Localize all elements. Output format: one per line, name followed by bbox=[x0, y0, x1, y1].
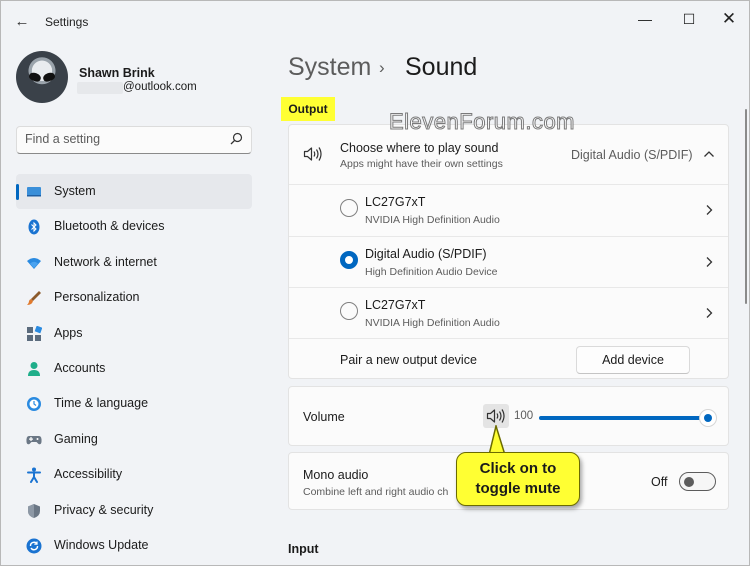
sidebar-item-label: Bluetooth & devices bbox=[54, 219, 165, 234]
email-redaction bbox=[77, 82, 123, 94]
sidebar-item-privacy[interactable]: Privacy & security bbox=[16, 493, 252, 528]
sidebar-item-accounts[interactable]: Accounts bbox=[16, 351, 252, 386]
sidebar-item-label: Network & internet bbox=[54, 254, 157, 269]
sidebar-item-windows-update[interactable]: Windows Update bbox=[16, 528, 252, 563]
device-radio-selected[interactable] bbox=[340, 251, 358, 269]
sidebar-item-label: Apps bbox=[54, 325, 83, 340]
choose-output-subtitle: Apps might have their own settings bbox=[340, 158, 503, 170]
shield-icon bbox=[28, 503, 40, 518]
sidebar-item-accessibility[interactable]: Accessibility bbox=[16, 457, 252, 492]
volume-value: 100 bbox=[514, 410, 534, 422]
breadcrumb-parent[interactable]: System bbox=[288, 53, 371, 82]
search-input[interactable] bbox=[25, 132, 225, 146]
callout-annotation: Click on to toggle mute bbox=[456, 452, 580, 506]
callout-line-2: toggle mute bbox=[475, 480, 561, 497]
sidebar-item-label: Personalization bbox=[54, 290, 140, 305]
alien-eye-left bbox=[27, 71, 43, 83]
output-device-row[interactable]: LC27G7xT NVIDIA High Definition Audio bbox=[289, 185, 728, 236]
device-driver: High Definition Audio Device bbox=[365, 266, 498, 278]
person-icon bbox=[28, 361, 40, 376]
add-device-button[interactable]: Add device bbox=[576, 346, 690, 374]
apps-icon bbox=[27, 325, 42, 341]
section-header-input: Input bbox=[288, 542, 319, 556]
device-radio[interactable] bbox=[340, 302, 358, 320]
search-box[interactable] bbox=[16, 126, 252, 154]
gamepad-icon bbox=[26, 435, 42, 444]
speaker-icon bbox=[303, 147, 322, 161]
bluetooth-icon bbox=[28, 219, 40, 235]
mono-audio-toggle[interactable] bbox=[679, 472, 716, 491]
section-header-output: Output bbox=[281, 97, 335, 121]
device-name: LC27G7xT bbox=[365, 298, 426, 312]
callout-line-1: Click on to bbox=[479, 460, 557, 477]
output-device-row[interactable]: LC27G7xT NVIDIA High Definition Audio bbox=[289, 288, 728, 339]
device-name: Digital Audio (S/PDIF) bbox=[365, 247, 487, 261]
page-title: Sound bbox=[405, 53, 478, 81]
sidebar-nav: System Bluetooth & devices Network & int… bbox=[16, 174, 252, 563]
sidebar-item-label: System bbox=[54, 184, 96, 198]
brush-icon bbox=[27, 291, 41, 306]
chevron-up-icon[interactable] bbox=[702, 147, 716, 161]
sidebar-item-system[interactable]: System bbox=[16, 174, 252, 210]
sidebar-item-personalization[interactable]: Personalization bbox=[16, 280, 252, 315]
sidebar-item-label: Windows Update bbox=[54, 537, 149, 552]
sidebar-item-bluetooth[interactable]: Bluetooth & devices bbox=[16, 209, 252, 244]
sidebar-item-network[interactable]: Network & internet bbox=[16, 245, 252, 280]
user-name: Shawn Brink bbox=[79, 66, 155, 80]
sidebar-item-time-language[interactable]: Time & language bbox=[16, 386, 252, 421]
divider bbox=[289, 338, 728, 339]
device-name: LC27G7xT bbox=[365, 195, 426, 209]
volume-label: Volume bbox=[303, 410, 345, 424]
search-icon[interactable] bbox=[229, 132, 243, 146]
monitor-icon bbox=[27, 187, 41, 197]
app-title: Settings bbox=[45, 15, 89, 29]
breadcrumb-separator: › bbox=[379, 58, 385, 77]
back-button[interactable]: ← bbox=[11, 11, 33, 33]
sidebar-item-gaming[interactable]: Gaming bbox=[16, 422, 252, 457]
speaker-icon bbox=[486, 409, 505, 423]
title-bar: ← Settings — ☐ ✕ bbox=[1, 1, 749, 41]
output-device-row[interactable]: Digital Audio (S/PDIF) High Definition A… bbox=[289, 237, 728, 288]
user-email: @outlook.com bbox=[123, 81, 197, 93]
sidebar-item-label: Time & language bbox=[54, 396, 149, 411]
sidebar-item-label: Accounts bbox=[54, 360, 106, 375]
mono-audio-title: Mono audio bbox=[303, 468, 369, 482]
output-card: Choose where to play sound Apps might ha… bbox=[288, 124, 729, 379]
sidebar-item-label: Accessibility bbox=[54, 467, 123, 482]
sidebar-item-label: Privacy & security bbox=[54, 502, 154, 517]
update-icon bbox=[26, 538, 42, 554]
close-button[interactable]: ✕ bbox=[709, 5, 749, 33]
accessibility-icon bbox=[27, 467, 41, 484]
choose-output-title: Choose where to play sound bbox=[340, 141, 499, 155]
scrollbar[interactable] bbox=[745, 109, 747, 304]
watermark: ElevenForum.com bbox=[388, 109, 576, 135]
minimize-button[interactable]: — bbox=[625, 5, 665, 33]
chevron-right-icon[interactable] bbox=[703, 255, 715, 269]
chevron-right-icon[interactable] bbox=[703, 203, 715, 217]
volume-slider-thumb[interactable] bbox=[699, 409, 717, 427]
clock-globe-icon bbox=[27, 397, 41, 412]
device-radio[interactable] bbox=[340, 199, 358, 217]
chevron-right-icon[interactable] bbox=[703, 306, 715, 320]
alien-eye-right bbox=[41, 71, 57, 83]
mono-toggle-state: Off bbox=[651, 475, 668, 489]
sidebar-item-apps[interactable]: Apps bbox=[16, 316, 252, 351]
volume-slider-track[interactable] bbox=[539, 416, 707, 420]
selected-output-device: Digital Audio (S/PDIF) bbox=[571, 148, 693, 162]
avatar[interactable] bbox=[16, 51, 68, 103]
wifi-icon bbox=[27, 257, 41, 269]
settings-window: ← Settings — ☐ ✕ Shawn Brink @outlook.co… bbox=[0, 0, 750, 566]
pair-device-label: Pair a new output device bbox=[340, 353, 477, 367]
device-driver: NVIDIA High Definition Audio bbox=[365, 317, 500, 329]
callout-pointer bbox=[488, 425, 506, 455]
sidebar-item-label: Gaming bbox=[54, 431, 98, 446]
mono-audio-subtitle: Combine left and right audio ch bbox=[303, 486, 449, 498]
device-driver: NVIDIA High Definition Audio bbox=[365, 214, 500, 226]
maximize-button[interactable]: ☐ bbox=[669, 5, 709, 33]
